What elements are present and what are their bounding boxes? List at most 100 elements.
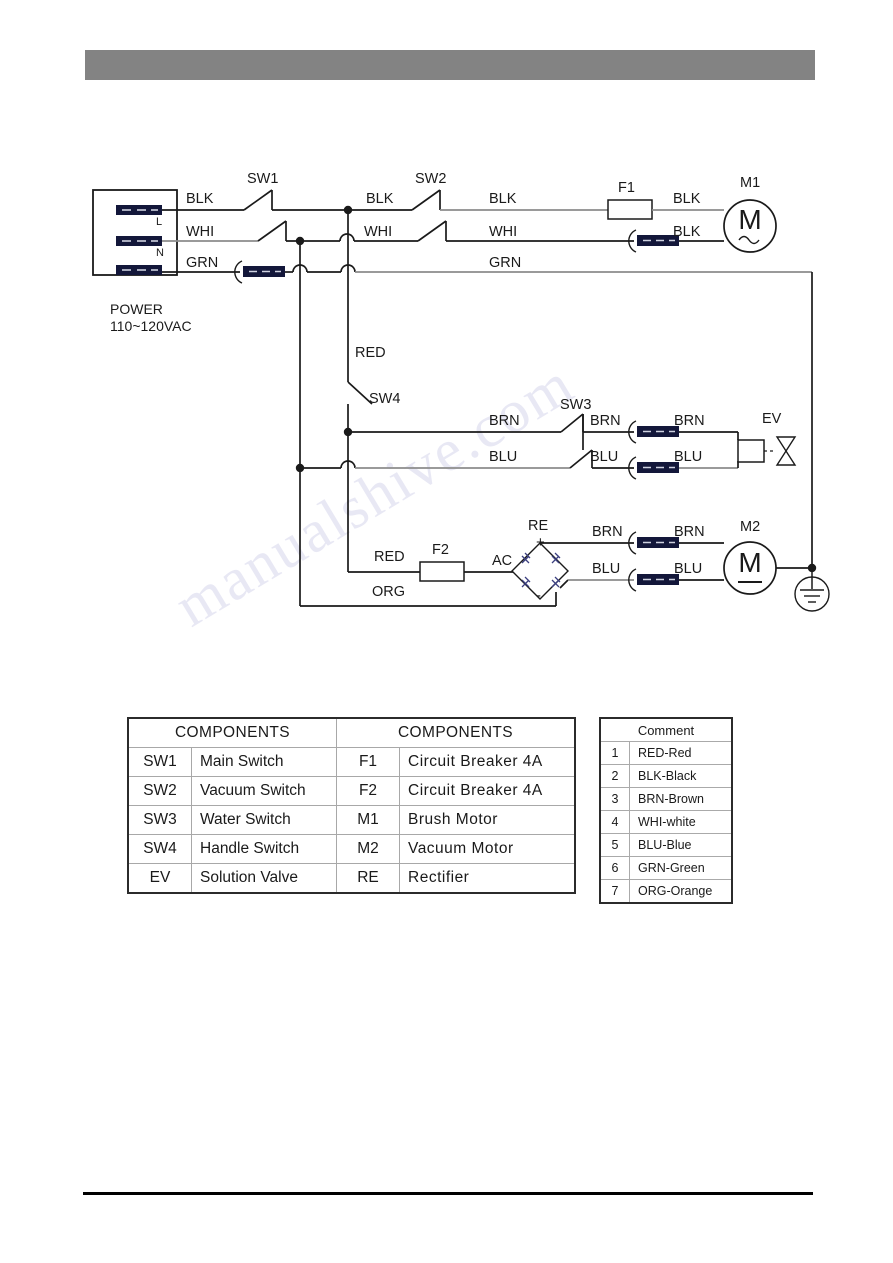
comment-index: 6 — [599, 856, 630, 880]
comment-text: BLK-Black — [629, 764, 733, 788]
list-item: 3 BRN-Brown — [599, 787, 733, 811]
label-f2: F2 — [432, 542, 449, 558]
label-blk-2: BLK — [366, 191, 394, 207]
footer-divider — [83, 1192, 813, 1195]
label-blu-1: BLU — [489, 449, 517, 465]
comment-index: 4 — [599, 810, 630, 834]
label-whi-2: WHI — [364, 224, 392, 240]
line-blk-top — [162, 189, 724, 220]
comment-table: Comment 1 RED-Red 2 BLK-Black 3 BRN-Brow… — [599, 717, 733, 904]
label-grn-2: GRN — [489, 255, 521, 271]
comment-index: 2 — [599, 764, 630, 788]
component-code: F1 — [336, 747, 400, 777]
label-red-f2: RED — [374, 549, 405, 565]
component-desc: Vacuum Motor — [399, 834, 576, 864]
label-blu-5: BLU — [674, 561, 702, 577]
comment-index: 3 — [599, 787, 630, 811]
comment-text: BLU-Blue — [629, 833, 733, 857]
label-ev: EV — [762, 411, 782, 427]
table-row: SW3 Water Switch M1 Brush Motor — [127, 805, 576, 835]
power-source-name: POWER — [110, 301, 163, 317]
line-whi — [162, 220, 724, 253]
label-m1: M1 — [740, 175, 760, 191]
list-item: 7 ORG-Orange — [599, 879, 733, 904]
label-blk-1: BLK — [186, 191, 214, 207]
component-code: M2 — [336, 834, 400, 864]
comment-text: WHI-white — [629, 810, 733, 834]
table-row: EV Solution Valve RE Rectifier — [127, 863, 576, 894]
component-code: SW4 — [127, 834, 192, 864]
label-blu-3: BLU — [674, 449, 702, 465]
ev-branch — [348, 413, 797, 480]
table-row: SW4 Handle Switch M2 Vacuum Motor — [127, 834, 576, 864]
comment-index: 1 — [599, 741, 630, 765]
valve-ev-upper — [775, 436, 797, 453]
component-desc: Handle Switch — [191, 834, 337, 864]
label-sw4: SW4 — [369, 391, 400, 407]
table-header-row: COMPONENTS COMPONENTS — [127, 717, 576, 748]
comment-text: ORG-Orange — [629, 879, 733, 904]
wiring-schematic: L N POWER 110~120VAC M RED SW4 M SW1 SW2… — [0, 0, 893, 1263]
label-blu-4: BLU — [592, 561, 620, 577]
components-table: COMPONENTS COMPONENTS SW1 Main Switch F1… — [127, 717, 576, 894]
label-red-vertical: RED — [355, 345, 386, 361]
component-code: EV — [127, 863, 192, 894]
component-desc: Solution Valve — [191, 863, 337, 894]
valve-ev-lower — [775, 449, 797, 466]
comment-header-row: Comment — [599, 717, 733, 742]
label-rectifier-minus: - — [536, 587, 541, 604]
label-org: ORG — [372, 584, 405, 600]
label-re: RE — [528, 518, 548, 534]
component-desc: Main Switch — [191, 747, 337, 777]
comment-table-container: Comment 1 RED-Red 2 BLK-Black 3 BRN-Brow… — [599, 717, 733, 904]
label-whi-1: WHI — [186, 224, 214, 240]
components-header-left: COMPONENTS — [127, 717, 337, 748]
component-code: SW2 — [127, 776, 192, 806]
label-blu-2: BLU — [590, 449, 618, 465]
table-row: SW1 Main Switch F1 Circuit Breaker 4A — [127, 747, 576, 777]
power-terminal-block: L N — [92, 189, 178, 276]
component-code: RE — [336, 863, 400, 894]
table-row: SW2 Vacuum Switch F2 Circuit Breaker 4A — [127, 776, 576, 806]
component-code: SW1 — [127, 747, 192, 777]
list-item: 5 BLU-Blue — [599, 833, 733, 857]
terminal-connector-N — [116, 236, 162, 246]
fuse-f2-body — [419, 561, 465, 582]
comment-text: GRN-Green — [629, 856, 733, 880]
label-sw1: SW1 — [247, 171, 278, 187]
fuse-f1-body — [607, 199, 653, 220]
list-item: 4 WHI-white — [599, 810, 733, 834]
label-grn-1: GRN — [186, 255, 218, 271]
label-sw2: SW2 — [415, 171, 446, 187]
component-desc: Circuit Breaker 4A — [399, 776, 576, 806]
solenoid-ev-coil — [737, 439, 765, 463]
components-header-right: COMPONENTS — [336, 717, 576, 748]
motor-m2-glyph: M — [738, 547, 761, 578]
terminal-connector-ground — [116, 265, 162, 275]
comment-index: 7 — [599, 879, 630, 904]
label-whi-3: WHI — [489, 224, 517, 240]
page-canvas: manualshive.com L N POWER 110~120VAC M R… — [0, 0, 893, 1263]
motor-m1: M — [723, 199, 777, 253]
component-desc: Water Switch — [191, 805, 337, 835]
comment-index: 5 — [599, 833, 630, 857]
label-ac: AC — [492, 553, 512, 569]
label-blk-5: BLK — [673, 224, 701, 240]
component-desc: Rectifier — [399, 863, 576, 894]
comment-text: RED-Red — [629, 741, 733, 765]
label-brn-2: BRN — [590, 413, 621, 429]
label-brn-1: BRN — [489, 413, 520, 429]
line-grn — [162, 260, 813, 572]
component-desc: Circuit Breaker 4A — [399, 747, 576, 777]
components-table-container: COMPONENTS COMPONENTS SW1 Main Switch F1… — [127, 717, 576, 894]
list-item: 6 GRN-Green — [599, 856, 733, 880]
component-code: M1 — [336, 805, 400, 835]
component-desc: Brush Motor — [399, 805, 576, 835]
label-sw3: SW3 — [560, 397, 591, 413]
label-m2: M2 — [740, 519, 760, 535]
terminal-label-N: N — [156, 247, 164, 259]
label-rectifier-plus: + — [536, 534, 545, 551]
terminal-label-L: L — [156, 216, 162, 228]
label-brn-5: BRN — [674, 524, 705, 540]
component-desc: Vacuum Switch — [191, 776, 337, 806]
